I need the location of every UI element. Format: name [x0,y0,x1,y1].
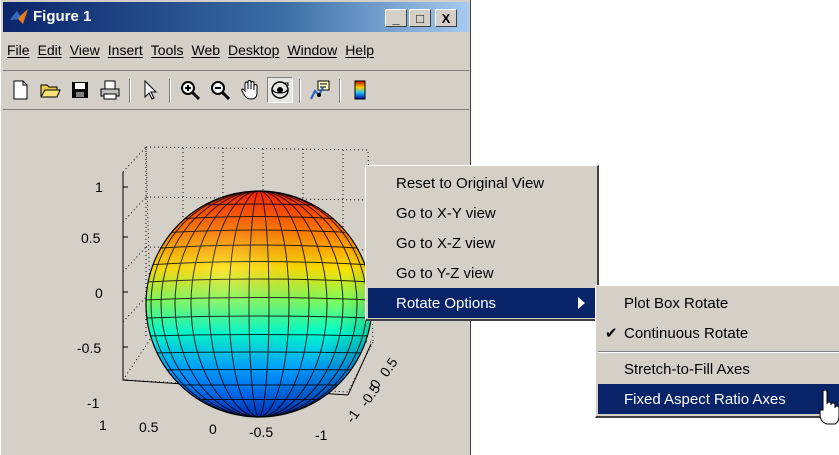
menu-file[interactable]: File [5,38,32,64]
menu-tools[interactable]: Tools [149,38,186,64]
z-tick-label: 0.5 [81,230,101,246]
close-button[interactable]: X [435,9,457,27]
z-tick-label: 1 [95,179,103,195]
x-tick-label: 0 [209,421,217,437]
menu-desktop[interactable]: Desktop [226,38,281,64]
submenu-item-plot-box-rotate[interactable]: Plot Box Rotate [598,288,839,318]
context-menu: Reset to Original View Go to X-Y view Go… [365,165,599,321]
zoom-out-icon[interactable] [207,77,233,103]
menu-item-xz-view[interactable]: Go to X-Z view [368,228,595,258]
x-tick-label: 1 [99,417,107,433]
select-arrow-icon[interactable] [137,77,163,103]
menu-bar: File Edit View Insert Tools Web Desktop … [5,38,380,64]
submenu-item-fixed-aspect-ratio[interactable]: Fixed Aspect Ratio Axes [598,384,839,414]
maximize-button[interactable]: □ [409,9,431,27]
menu-web[interactable]: Web [189,38,222,64]
menu-item-xy-view[interactable]: Go to X-Y view [368,198,595,228]
menu-item-rotate-options[interactable]: Rotate Options [368,288,595,318]
menu-item-reset-view[interactable]: Reset to Original View [368,168,595,198]
minimize-button[interactable]: _ [385,9,407,27]
menu-edit[interactable]: Edit [36,38,64,64]
menu-help[interactable]: Help [343,38,376,64]
y-tick-label: 0.5 [376,354,400,379]
x-tick-label: 0.5 [139,419,159,435]
zoom-in-icon[interactable] [177,77,203,103]
toolbar-separator [339,79,341,103]
toolbar [3,70,469,110]
x-tick-label: -1 [315,427,328,443]
rotate-options-submenu: Plot Box Rotate ✔ Continuous Rotate Stre… [595,285,839,418]
x-tick-label: -0.5 [249,424,273,440]
open-folder-icon[interactable] [37,77,63,103]
menu-view[interactable]: View [68,38,102,64]
menu-insert[interactable]: Insert [106,38,145,64]
new-file-icon[interactable] [7,77,33,103]
menu-separator [598,351,839,353]
toolbar-separator [169,79,171,103]
submenu-arrow-icon [578,297,585,309]
z-tick-label: -0.5 [77,340,101,356]
window-title: Figure 1 [33,8,92,25]
matlab-logo-icon [10,9,28,24]
rotate-3d-icon[interactable] [267,77,293,103]
mouse-pointer-icon [819,390,839,425]
print-icon[interactable] [97,77,123,103]
toolbar-separator [129,79,131,103]
submenu-item-stretch-to-fill[interactable]: Stretch-to-Fill Axes [598,354,839,384]
menu-window[interactable]: Window [285,38,339,64]
checkmark-icon: ✔ [605,325,618,342]
title-bar[interactable]: Figure 1 _ □ X [3,2,469,32]
z-tick-label: -1 [87,395,100,411]
menu-item-yz-view[interactable]: Go to Y-Z view [368,258,595,288]
pan-hand-icon[interactable] [237,77,263,103]
colorbar-icon[interactable] [347,77,373,103]
y-tick-label: -1 [342,406,362,426]
save-disk-icon[interactable] [67,77,93,103]
tick-marks [123,186,128,381]
sphere-surface [146,191,372,417]
data-cursor-icon[interactable] [307,77,333,103]
toolbar-separator [299,79,301,103]
z-tick-label: 0 [95,285,103,301]
submenu-item-continuous-rotate[interactable]: ✔ Continuous Rotate [598,318,839,348]
